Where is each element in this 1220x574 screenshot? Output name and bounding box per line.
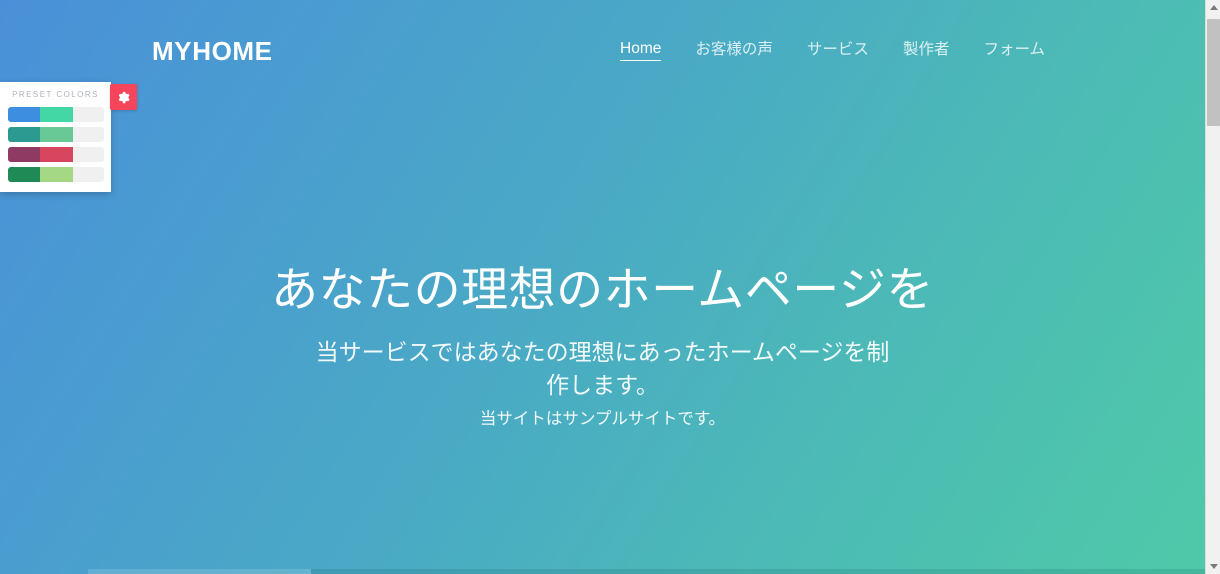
nav-link-form[interactable]: フォーム — [983, 42, 1045, 61]
nav-link-services[interactable]: サービス — [807, 42, 869, 61]
site-brand-logo[interactable]: MYHOME — [152, 38, 273, 64]
swatch-segment-secondary — [40, 107, 73, 122]
bottom-band — [311, 569, 1205, 574]
preset-swatch-purple-red[interactable] — [8, 147, 104, 162]
nav-link-home[interactable]: Home — [620, 41, 662, 61]
swatch-segment-neutral — [72, 167, 104, 182]
hero-subtitle: 当サービスではあなたの理想にあったホームページを制作します。 — [315, 339, 890, 399]
swatch-segment-secondary — [40, 127, 73, 142]
chevron-up-icon — [1209, 5, 1218, 10]
swatch-segment-primary — [8, 107, 41, 122]
preset-colors-toggle-button[interactable] — [110, 84, 137, 110]
preset-swatch-green-lime[interactable] — [8, 167, 104, 182]
swatch-segment-primary — [8, 127, 41, 142]
site-header: MYHOME Home お客様の声 サービス 製作者 フォーム — [0, 0, 1205, 108]
scrollbar-thumb[interactable] — [1207, 19, 1220, 126]
page-canvas: MYHOME Home お客様の声 サービス 製作者 フォーム あなたの理想のホ… — [0, 0, 1205, 574]
swatch-segment-neutral — [72, 107, 104, 122]
main-navigation: Home お客様の声 サービス 製作者 フォーム — [620, 41, 1045, 61]
preset-colors-title: PRESET COLORS — [12, 90, 99, 99]
nav-link-testimonials[interactable]: お客様の声 — [695, 42, 773, 61]
hero-title: あなたの理想のホームページを — [271, 263, 934, 316]
preset-swatch-teal-green[interactable] — [8, 127, 104, 142]
gear-icon — [117, 91, 130, 104]
swatch-segment-neutral — [72, 147, 104, 162]
preset-colors-panel: PRESET COLORS — [0, 82, 111, 192]
browser-viewport: MYHOME Home お客様の声 サービス 製作者 フォーム あなたの理想のホ… — [0, 0, 1220, 574]
swatch-segment-primary — [8, 167, 41, 182]
swatch-segment-primary — [8, 147, 41, 162]
bottom-band-left — [88, 569, 311, 574]
hero-note: 当サイトはサンプルサイトです。 — [479, 409, 726, 428]
swatch-segment-secondary — [40, 147, 73, 162]
nav-link-creator[interactable]: 製作者 — [903, 42, 950, 61]
swatch-segment-neutral — [72, 127, 104, 142]
swatch-segment-secondary — [40, 167, 73, 182]
chevron-down-icon — [1209, 564, 1218, 569]
scrollbar-down-button[interactable] — [1206, 559, 1220, 574]
preset-swatch-blue-green[interactable] — [8, 107, 104, 122]
vertical-scrollbar[interactable] — [1205, 0, 1220, 574]
scrollbar-up-button[interactable] — [1206, 0, 1220, 15]
